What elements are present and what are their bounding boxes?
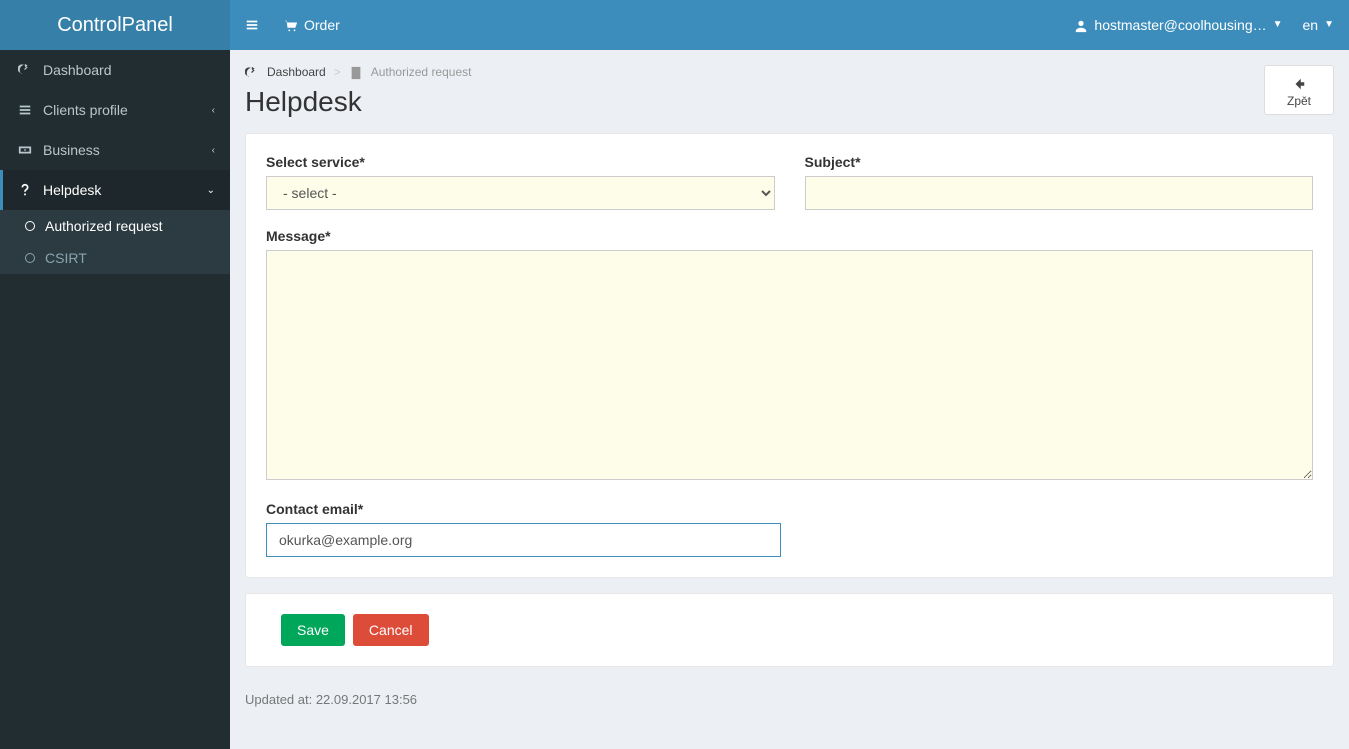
sidebar-item-label: Clients profile bbox=[43, 102, 128, 118]
sidebar-item-business[interactable]: Business ‹ bbox=[0, 130, 230, 170]
updated-value: 22.09.2017 13:56 bbox=[316, 692, 417, 707]
user-icon bbox=[1074, 17, 1088, 33]
save-button[interactable]: Save bbox=[281, 614, 345, 646]
question-icon bbox=[15, 183, 35, 197]
breadcrumb-root[interactable]: Dashboard bbox=[267, 65, 326, 79]
back-label: Zpět bbox=[1265, 94, 1333, 108]
chevron-left-icon: ‹ bbox=[212, 145, 215, 156]
message-field[interactable] bbox=[266, 250, 1313, 480]
user-label: hostmaster@coolhousing… bbox=[1094, 17, 1266, 33]
sidebar: ControlPanel Dashboard Clients profile ‹ bbox=[0, 0, 230, 749]
caret-down-icon: ▼ bbox=[1324, 19, 1334, 30]
contact-email-field[interactable] bbox=[266, 523, 781, 557]
sidebar-item-dashboard[interactable]: Dashboard bbox=[0, 50, 230, 90]
back-button[interactable]: Zpět bbox=[1264, 65, 1334, 115]
cancel-button[interactable]: Cancel bbox=[353, 614, 429, 646]
message-label: Message* bbox=[266, 228, 1313, 244]
user-menu[interactable]: hostmaster@coolhousing… ▼ bbox=[1074, 17, 1282, 33]
select-service-field[interactable]: - select - bbox=[266, 176, 775, 210]
breadcrumb-separator: > bbox=[334, 65, 341, 79]
brand-logo[interactable]: ControlPanel bbox=[0, 0, 230, 50]
list-icon bbox=[15, 103, 35, 117]
order-label: Order bbox=[304, 17, 340, 33]
sidebar-subitem-label: Authorized request bbox=[45, 218, 163, 234]
order-link[interactable]: Order bbox=[284, 17, 340, 33]
contact-email-label: Contact email* bbox=[266, 501, 1313, 517]
hamburger-icon[interactable] bbox=[245, 16, 259, 34]
sidebar-item-clients-profile[interactable]: Clients profile ‹ bbox=[0, 90, 230, 130]
lang-label: en bbox=[1303, 17, 1319, 33]
form-box: Select service* - select - Subject* bbox=[245, 133, 1334, 578]
actions-box: Save Cancel bbox=[245, 593, 1334, 667]
lang-menu[interactable]: en ▼ bbox=[1303, 17, 1334, 33]
subject-field[interactable] bbox=[805, 176, 1314, 210]
sidebar-subitem-authorized-request[interactable]: Authorized request bbox=[0, 210, 230, 242]
building-icon bbox=[349, 65, 363, 80]
breadcrumb: Dashboard > Authorized request bbox=[245, 65, 471, 80]
sidebar-item-helpdesk[interactable]: Helpdesk ⌄ bbox=[0, 170, 230, 210]
subject-label: Subject* bbox=[805, 154, 1314, 170]
dashboard-icon bbox=[245, 65, 259, 80]
sidebar-subitem-csirt[interactable]: CSIRT bbox=[0, 242, 230, 274]
top-navbar: Order hostmaster@coolhousing… ▼ en ▼ bbox=[230, 0, 1349, 50]
circle-icon bbox=[25, 221, 35, 231]
sidebar-item-label: Business bbox=[43, 142, 100, 158]
arrow-left-icon bbox=[1265, 74, 1333, 92]
breadcrumb-current: Authorized request bbox=[371, 65, 472, 79]
circle-icon bbox=[25, 253, 35, 263]
select-service-label: Select service* bbox=[266, 154, 775, 170]
chevron-left-icon: ‹ bbox=[212, 105, 215, 116]
cart-icon bbox=[284, 17, 298, 33]
page-title: Helpdesk bbox=[245, 86, 471, 118]
sidebar-item-label: Helpdesk bbox=[43, 182, 101, 198]
sidebar-item-label: Dashboard bbox=[43, 62, 112, 78]
footer: Updated at: 22.09.2017 13:56 bbox=[245, 682, 1334, 727]
dashboard-icon bbox=[15, 63, 35, 77]
caret-down-icon: ▼ bbox=[1273, 19, 1283, 30]
chevron-down-icon: ⌄ bbox=[207, 185, 215, 196]
money-icon bbox=[15, 143, 35, 157]
updated-prefix: Updated at: bbox=[245, 692, 316, 707]
sidebar-subitem-label: CSIRT bbox=[45, 250, 87, 266]
